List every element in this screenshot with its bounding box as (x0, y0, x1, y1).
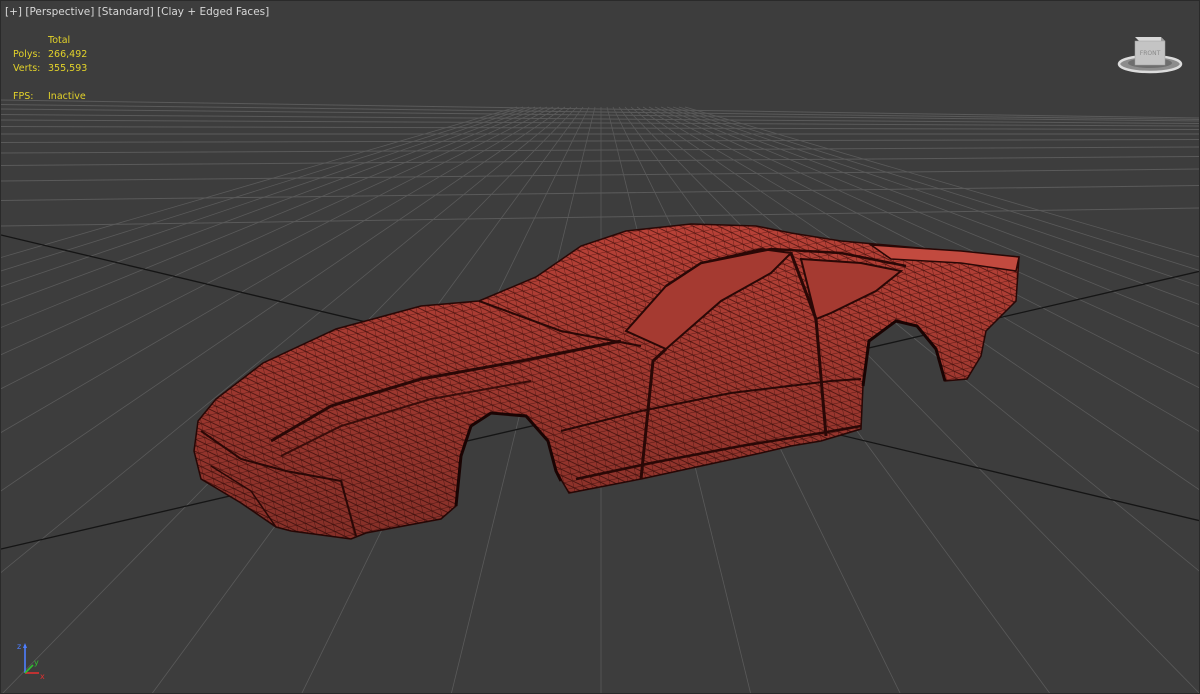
viewcube-cube[interactable]: FRONT (1134, 37, 1166, 66)
grid-line (1, 104, 1199, 120)
polys-value: 266,492 (48, 49, 88, 60)
grid-line (1, 119, 1199, 127)
grid-line (1, 185, 1199, 201)
axis-y-label: y (34, 658, 39, 667)
viewcube-front-label: FRONT (1140, 50, 1161, 57)
viewcube-widget[interactable]: FRONT (1115, 31, 1185, 77)
axis-y-icon (24, 664, 34, 674)
viewport-label: [+] [Perspective] [Standard] [Clay + Edg… (5, 6, 269, 18)
viewport-perspective[interactable]: [+] [Perspective] [Standard] [Clay + Edg… (0, 0, 1200, 694)
verts-label: Verts: (13, 63, 41, 74)
verts-value: 355,593 (48, 63, 88, 74)
polys-label: Polys: (13, 49, 41, 60)
grid-line (1, 126, 1199, 130)
fps-label: FPS: (13, 91, 34, 102)
grid-line (1, 168, 1199, 182)
fps-value: Inactive (48, 91, 86, 102)
stats-header: Total (48, 35, 71, 46)
scene-canvas[interactable] (1, 1, 1200, 694)
axis-x-label: x (40, 672, 45, 681)
grid-line (1, 156, 1199, 166)
car-body-mesh[interactable] (193, 223, 1020, 540)
viewport-shading-preset[interactable]: [Standard] (98, 6, 154, 18)
viewport-shading-mode[interactable]: [Clay + Edged Faces] (157, 6, 269, 18)
grid-line (1, 207, 1199, 227)
grid-line (1, 146, 1199, 154)
axis-tripod: x y z (17, 642, 45, 681)
axis-z-label: z (17, 642, 21, 651)
viewport-menu-plus[interactable]: [+] (5, 6, 22, 18)
viewport-point-of-view[interactable]: [Perspective] (25, 6, 94, 18)
grid-line (1, 139, 1199, 143)
viewport-statistics: Total Polys: 266,492 Verts: 355,593 FPS:… (13, 34, 87, 104)
